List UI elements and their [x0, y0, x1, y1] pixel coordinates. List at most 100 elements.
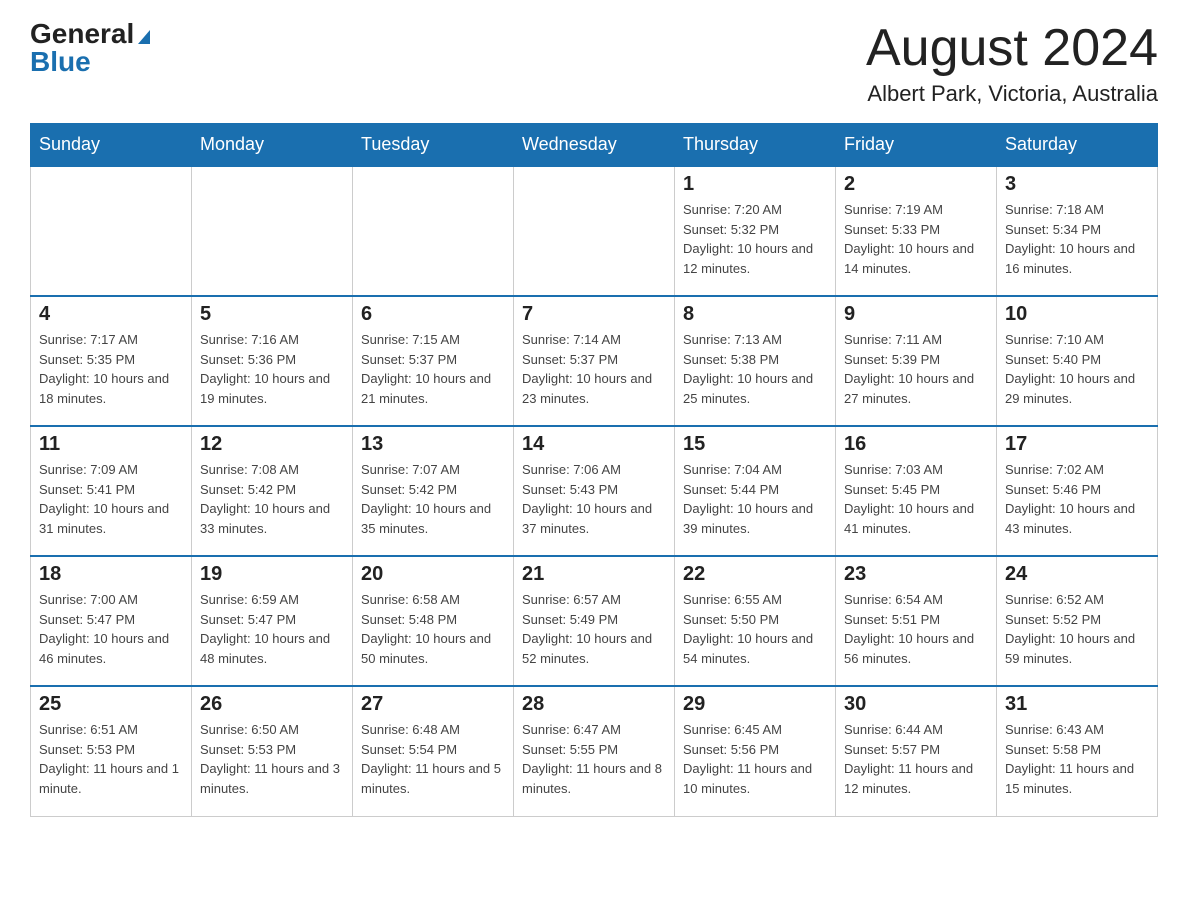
day-number: 19 [200, 563, 344, 586]
day-number: 12 [200, 433, 344, 456]
day-number: 23 [844, 563, 988, 586]
day-number: 25 [39, 693, 183, 716]
calendar-cell: 29 Sunrise: 6:45 AM Sunset: 5:56 PM Dayli… [675, 686, 836, 816]
day-number: 28 [522, 693, 666, 716]
day-number: 13 [361, 433, 505, 456]
calendar-cell: 21Sunrise: 6:57 AM Sunset: 5:49 PM Dayli… [514, 556, 675, 686]
week-row-5: 25 Sunrise: 6:51 AM Sunset: 5:53 PM Dayli… [31, 686, 1158, 816]
calendar-cell: 20Sunrise: 6:58 AM Sunset: 5:48 PM Dayli… [353, 556, 514, 686]
calendar-cell: 4 Sunrise: 7:17 AM Sunset: 5:35 PM Daylig… [31, 296, 192, 426]
calendar-cell: 2Sunrise: 7:19 AM Sunset: 5:33 PM Daylig… [836, 166, 997, 296]
calendar-cell: 25 Sunrise: 6:51 AM Sunset: 5:53 PM Dayli… [31, 686, 192, 816]
column-header-friday: Friday [836, 124, 997, 167]
logo-blue-text: Blue [30, 46, 91, 77]
calendar-cell: 16 Sunrise: 7:03 AM Sunset: 5:45 PM Dayli… [836, 426, 997, 556]
day-number: 2 [844, 173, 988, 196]
calendar-cell: 11 Sunrise: 7:09 AM Sunset: 5:41 PM Dayli… [31, 426, 192, 556]
day-number: 10 [1005, 303, 1149, 326]
day-number: 26 [200, 693, 344, 716]
week-row-4: 18 Sunrise: 7:00 AM Sunset: 5:47 PM Dayli… [31, 556, 1158, 686]
day-info: Sunrise: 6:47 AM Sunset: 5:55 PM Dayligh… [522, 720, 666, 798]
calendar-cell: 8 Sunrise: 7:13 AM Sunset: 5:38 PM Daylig… [675, 296, 836, 426]
logo: General Blue [30, 20, 150, 76]
day-number: 3 [1005, 173, 1149, 196]
day-info: Sunrise: 7:09 AM Sunset: 5:41 PM Dayligh… [39, 460, 183, 538]
day-number: 15 [683, 433, 827, 456]
day-info: Sunrise: 6:59 AM Sunset: 5:47 PM Dayligh… [200, 590, 344, 668]
day-number: 8 [683, 303, 827, 326]
day-info: Sunrise: 6:43 AM Sunset: 5:58 PM Dayligh… [1005, 720, 1149, 798]
column-header-thursday: Thursday [675, 124, 836, 167]
day-number: 22 [683, 563, 827, 586]
logo-line2: Blue [30, 48, 91, 76]
column-header-tuesday: Tuesday [353, 124, 514, 167]
day-number: 14 [522, 433, 666, 456]
column-header-wednesday: Wednesday [514, 124, 675, 167]
day-info: Sunrise: 6:44 AM Sunset: 5:57 PM Dayligh… [844, 720, 988, 798]
day-info: Sunrise: 7:13 AM Sunset: 5:38 PM Dayligh… [683, 330, 827, 408]
day-number: 16 [844, 433, 988, 456]
logo-triangle-icon [138, 30, 150, 44]
calendar-cell: 10Sunrise: 7:10 AM Sunset: 5:40 PM Dayli… [997, 296, 1158, 426]
day-number: 11 [39, 433, 183, 456]
day-info: Sunrise: 7:15 AM Sunset: 5:37 PM Dayligh… [361, 330, 505, 408]
day-number: 4 [39, 303, 183, 326]
day-info: Sunrise: 7:20 AM Sunset: 5:32 PM Dayligh… [683, 200, 827, 278]
day-info: Sunrise: 7:00 AM Sunset: 5:47 PM Dayligh… [39, 590, 183, 668]
header: General Blue August 2024 Albert Park, Vi… [30, 20, 1158, 107]
month-title: August 2024 [866, 20, 1158, 77]
day-number: 29 [683, 693, 827, 716]
day-info: Sunrise: 6:51 AM Sunset: 5:53 PM Dayligh… [39, 720, 183, 798]
day-info: Sunrise: 6:50 AM Sunset: 5:53 PM Dayligh… [200, 720, 344, 798]
day-info: Sunrise: 7:04 AM Sunset: 5:44 PM Dayligh… [683, 460, 827, 538]
week-row-1: 1 Sunrise: 7:20 AM Sunset: 5:32 PM Daylig… [31, 166, 1158, 296]
day-info: Sunrise: 6:54 AM Sunset: 5:51 PM Dayligh… [844, 590, 988, 668]
day-info: Sunrise: 7:02 AM Sunset: 5:46 PM Dayligh… [1005, 460, 1149, 538]
week-row-2: 4 Sunrise: 7:17 AM Sunset: 5:35 PM Daylig… [31, 296, 1158, 426]
calendar-cell: 13 Sunrise: 7:07 AM Sunset: 5:42 PM Dayli… [353, 426, 514, 556]
column-header-saturday: Saturday [997, 124, 1158, 167]
day-info: Sunrise: 6:45 AM Sunset: 5:56 PM Dayligh… [683, 720, 827, 798]
calendar-cell: 18 Sunrise: 7:00 AM Sunset: 5:47 PM Dayli… [31, 556, 192, 686]
calendar-cell: 31 Sunrise: 6:43 AM Sunset: 5:58 PM Dayli… [997, 686, 1158, 816]
day-number: 30 [844, 693, 988, 716]
day-info: Sunrise: 7:16 AM Sunset: 5:36 PM Dayligh… [200, 330, 344, 408]
day-info: Sunrise: 7:03 AM Sunset: 5:45 PM Dayligh… [844, 460, 988, 538]
calendar-cell: 1 Sunrise: 7:20 AM Sunset: 5:32 PM Daylig… [675, 166, 836, 296]
calendar-table: SundayMondayTuesdayWednesdayThursdayFrid… [30, 123, 1158, 817]
calendar-cell: 17Sunrise: 7:02 AM Sunset: 5:46 PM Dayli… [997, 426, 1158, 556]
calendar-cell: 15 Sunrise: 7:04 AM Sunset: 5:44 PM Dayli… [675, 426, 836, 556]
day-number: 1 [683, 173, 827, 196]
calendar-cell: 28 Sunrise: 6:47 AM Sunset: 5:55 PM Dayli… [514, 686, 675, 816]
day-info: Sunrise: 7:18 AM Sunset: 5:34 PM Dayligh… [1005, 200, 1149, 278]
title-area: August 2024 Albert Park, Victoria, Austr… [866, 20, 1158, 107]
calendar-header-row: SundayMondayTuesdayWednesdayThursdayFrid… [31, 124, 1158, 167]
day-number: 6 [361, 303, 505, 326]
day-info: Sunrise: 6:52 AM Sunset: 5:52 PM Dayligh… [1005, 590, 1149, 668]
day-info: Sunrise: 7:07 AM Sunset: 5:42 PM Dayligh… [361, 460, 505, 538]
day-info: Sunrise: 7:14 AM Sunset: 5:37 PM Dayligh… [522, 330, 666, 408]
day-number: 27 [361, 693, 505, 716]
calendar-cell: 6 Sunrise: 7:15 AM Sunset: 5:37 PM Daylig… [353, 296, 514, 426]
week-row-3: 11 Sunrise: 7:09 AM Sunset: 5:41 PM Dayli… [31, 426, 1158, 556]
calendar-cell: 30 Sunrise: 6:44 AM Sunset: 5:57 PM Dayli… [836, 686, 997, 816]
calendar-cell [31, 166, 192, 296]
calendar-cell: 22 Sunrise: 6:55 AM Sunset: 5:50 PM Dayli… [675, 556, 836, 686]
logo-line1: General [30, 20, 150, 48]
day-info: Sunrise: 7:11 AM Sunset: 5:39 PM Dayligh… [844, 330, 988, 408]
calendar-cell: 9Sunrise: 7:11 AM Sunset: 5:39 PM Daylig… [836, 296, 997, 426]
calendar-cell: 7 Sunrise: 7:14 AM Sunset: 5:37 PM Daylig… [514, 296, 675, 426]
calendar-cell [514, 166, 675, 296]
column-header-sunday: Sunday [31, 124, 192, 167]
day-number: 31 [1005, 693, 1149, 716]
day-info: Sunrise: 7:17 AM Sunset: 5:35 PM Dayligh… [39, 330, 183, 408]
calendar-cell: 12 Sunrise: 7:08 AM Sunset: 5:42 PM Dayli… [192, 426, 353, 556]
calendar-cell: 24Sunrise: 6:52 AM Sunset: 5:52 PM Dayli… [997, 556, 1158, 686]
calendar-cell: 14Sunrise: 7:06 AM Sunset: 5:43 PM Dayli… [514, 426, 675, 556]
location-text: Albert Park, Victoria, Australia [866, 81, 1158, 107]
day-number: 7 [522, 303, 666, 326]
day-info: Sunrise: 7:08 AM Sunset: 5:42 PM Dayligh… [200, 460, 344, 538]
day-info: Sunrise: 6:55 AM Sunset: 5:50 PM Dayligh… [683, 590, 827, 668]
calendar-cell: 26 Sunrise: 6:50 AM Sunset: 5:53 PM Dayli… [192, 686, 353, 816]
day-number: 18 [39, 563, 183, 586]
